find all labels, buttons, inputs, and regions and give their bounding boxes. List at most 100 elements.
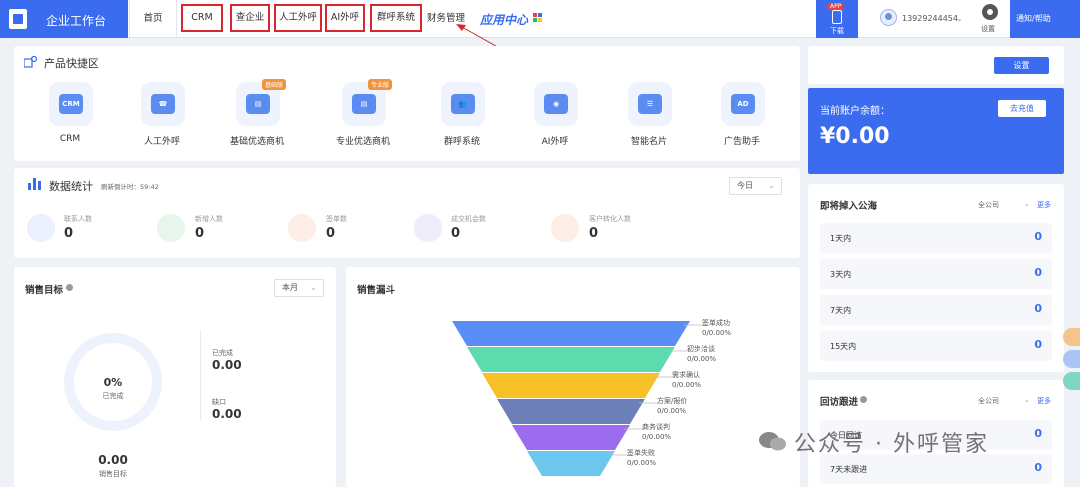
balance-card: 当前账户余额： ¥0.00 去充值: [808, 88, 1064, 174]
stats-period-value: 今日: [737, 181, 753, 190]
leads-icon: ▤: [352, 94, 376, 114]
chevron-down-icon: ⌄: [310, 283, 317, 292]
balance-label: 当前账户余额：: [820, 106, 890, 117]
nav-manual-call[interactable]: 人工外呼: [274, 4, 322, 32]
row-value: 0: [1034, 230, 1042, 243]
nav-ai-call[interactable]: AI外呼: [325, 4, 365, 32]
funnel-stage: [527, 451, 615, 476]
notify-help-button[interactable]: 通知/帮助: [1010, 0, 1080, 38]
quick-item-label: 专业优选商机: [335, 137, 390, 147]
funnel-stage-label: 初步洽谈 0/0.00%: [687, 344, 716, 364]
app-grid-icon: [533, 13, 543, 23]
pool-row[interactable]: 15天内 0: [820, 331, 1052, 361]
progress-percent: 0%: [103, 376, 123, 389]
target-value: 0.00: [98, 453, 128, 467]
wechat-icon: [759, 432, 786, 451]
image-float-icon[interactable]: [1063, 372, 1080, 390]
nav-company-search[interactable]: 查企业: [230, 4, 270, 32]
settings-button[interactable]: 设置: [994, 57, 1049, 74]
followup-row[interactable]: 7天未跟进 0: [820, 454, 1052, 484]
target-icon: [414, 214, 442, 242]
chevron-down-icon: ⌄: [768, 181, 775, 190]
stats-title: 数据统计: [49, 180, 93, 193]
pool-row[interactable]: 1天内 0: [820, 223, 1052, 253]
contract-icon: [288, 214, 316, 242]
row-label: 7天未跟进: [830, 465, 868, 474]
app-download-button[interactable]: APP 下载: [816, 0, 858, 38]
stat-value: 0: [326, 226, 336, 241]
completed-label: 已完成: [212, 349, 233, 357]
row-label: 15天内: [830, 342, 857, 351]
funnel-stage-name: 方案/报价: [657, 397, 688, 405]
ad-icon: AD: [731, 94, 755, 114]
nav-finance[interactable]: 财务管理: [424, 0, 468, 38]
group-icon: 👥: [451, 94, 475, 114]
chevron-down-icon: ⌄: [956, 14, 963, 23]
robot-icon: ◉: [544, 94, 568, 114]
sales-target-period-value: 本月: [282, 283, 298, 292]
funnel-stage-name: 签单成功: [702, 319, 730, 327]
funnel-stage-label: 方案/报价 0/0.00%: [657, 396, 687, 416]
pool-row[interactable]: 3天内 0: [820, 259, 1052, 289]
funnel-stage: [467, 347, 675, 372]
phone-float-icon[interactable]: [1063, 328, 1080, 346]
stats-period-select[interactable]: 今日 ⌄: [729, 177, 782, 195]
brand-title: 企业工作台: [46, 14, 107, 28]
top-bar: 企业工作台 首页 CRM 查企业 人工外呼 AI外呼 群呼系统 财务管理 应用中…: [0, 0, 1080, 38]
row-label: 7天内: [830, 306, 852, 315]
followup-more-link[interactable]: 更多: [1037, 396, 1051, 406]
brand[interactable]: 企业工作台: [0, 0, 128, 38]
funnel-stage-name: 初步洽谈: [687, 345, 715, 353]
sales-target-period-select[interactable]: 本月 ⌄: [274, 279, 324, 297]
settings-label: 设置: [981, 25, 995, 33]
gear-icon[interactable]: [860, 396, 867, 403]
sales-target-title: 销售目标: [25, 285, 64, 296]
completed-value: 0.00: [212, 358, 242, 372]
quick-area-title: 产品快捷区: [44, 57, 99, 70]
progress-label: 已完成: [102, 392, 124, 400]
gear-icon[interactable]: [982, 4, 998, 20]
nav-crm[interactable]: CRM: [181, 4, 223, 32]
app-center-link[interactable]: 应用中心: [480, 11, 528, 28]
username: 13929244454: [902, 14, 958, 23]
stat-label: 成交机会数: [451, 215, 486, 223]
stat-label: 客户转化人数: [589, 215, 631, 223]
recharge-button[interactable]: 去充值: [998, 100, 1046, 117]
funnel-stage-value: 0/0.00%: [672, 381, 702, 389]
row-label: 3天内: [830, 270, 852, 279]
chevron-down-icon: ⌄: [1024, 200, 1030, 208]
balance-value: ¥0.00: [820, 124, 890, 149]
funnel-stage-value: 0/0.00%: [657, 407, 687, 415]
row-label: 1天内: [830, 234, 852, 243]
business-card-icon: ☰: [638, 94, 662, 114]
row-value: 0: [1034, 302, 1042, 315]
pool-scope-select[interactable]: 全公司: [978, 200, 999, 210]
download-label: 下载: [830, 27, 844, 35]
pool-more-link[interactable]: 更多: [1037, 200, 1051, 210]
notify-label: 通知/帮助: [1016, 14, 1051, 23]
funnel-stage-label: 签单失败 0/0.00%: [627, 448, 656, 468]
public-pool-title: 即将掉入公海: [820, 201, 878, 212]
nav-home[interactable]: 首页: [129, 0, 177, 38]
stat-label: 签单数: [326, 215, 347, 223]
stat-label: 新增人数: [195, 215, 223, 223]
phone-icon: [832, 10, 842, 24]
app-badge: APP: [828, 3, 844, 10]
gear-icon[interactable]: [66, 284, 73, 291]
conversion-icon: [551, 214, 579, 242]
leads-icon: ▤: [246, 94, 270, 114]
add-user-icon: [157, 214, 185, 242]
funnel-stage-value: 0/0.00%: [627, 459, 657, 467]
funnel-stage: [482, 373, 660, 398]
funnel-stage-name: 需求确认: [672, 371, 700, 379]
sales-target-card: [14, 267, 336, 487]
nav-group-call[interactable]: 群呼系统: [370, 4, 422, 32]
funnel-stage-label: 需求确认 0/0.00%: [672, 370, 701, 390]
stat-value: 0: [195, 226, 205, 241]
chat-float-icon[interactable]: [1063, 350, 1080, 368]
followup-scope-select[interactable]: 全公司: [978, 396, 999, 406]
stat-value: 0: [589, 226, 599, 241]
funnel-stage: [512, 425, 630, 450]
quick-area-icon: [24, 56, 38, 68]
pool-row[interactable]: 7天内 0: [820, 295, 1052, 325]
